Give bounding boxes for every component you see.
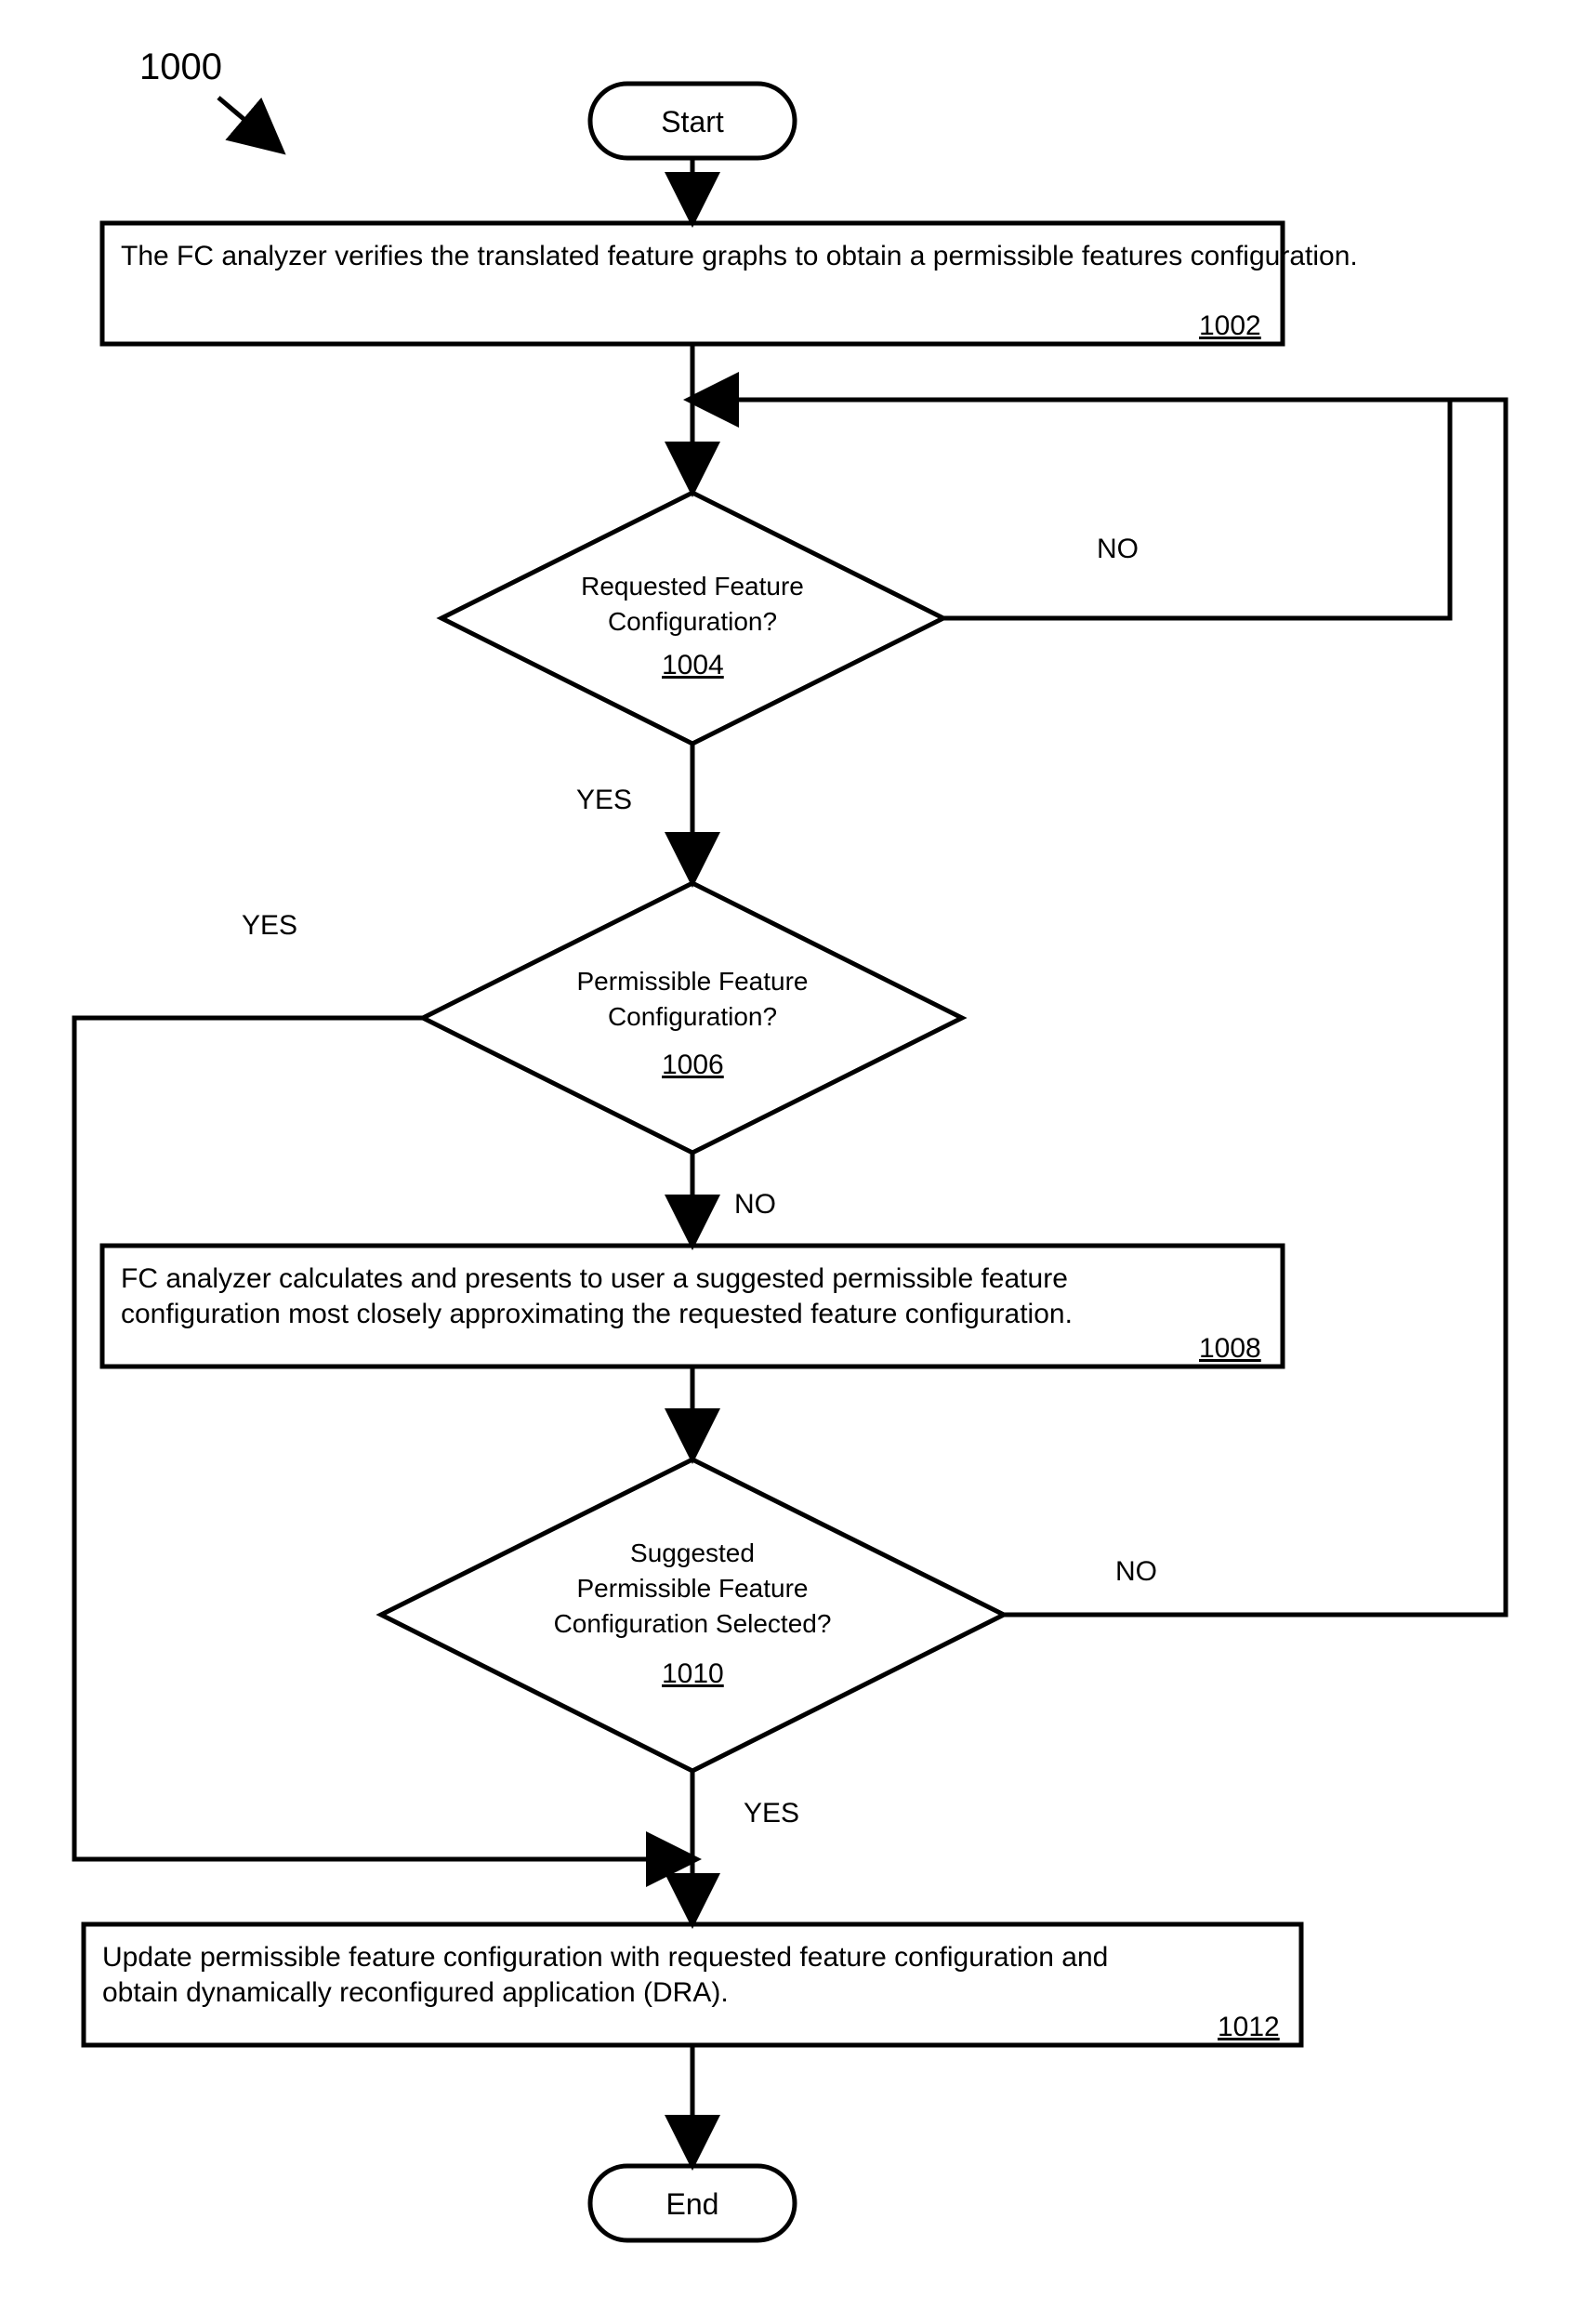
path-1010-no: NO: [692, 400, 1506, 1615]
process-box-1008: FC analyzer calculates and presents to u…: [102, 1246, 1283, 1367]
svg-text:1002: 1002: [1199, 310, 1261, 341]
svg-text:1010: 1010: [662, 1658, 724, 1689]
label-1004-yes: YES: [576, 785, 632, 815]
svg-text:Suggested: Suggested: [630, 1538, 755, 1567]
svg-text:Configuration?: Configuration?: [608, 1002, 777, 1031]
svg-text:The FC analyzer verifies the t: The FC analyzer verifies the translated …: [121, 241, 1358, 271]
path-1006-yes: YES: [74, 910, 692, 1859]
end-terminator: End: [590, 2166, 795, 2240]
svg-text:Configuration Selected?: Configuration Selected?: [554, 1609, 832, 1638]
path-1004-no: NO: [692, 400, 1450, 618]
svg-text:End: End: [666, 2187, 719, 2221]
svg-text:Update permissible feature con: Update permissible feature configuration…: [102, 1942, 1116, 2008]
svg-text:Start: Start: [661, 105, 724, 139]
svg-text:Permissible Feature: Permissible Feature: [577, 967, 809, 996]
svg-text:NO: NO: [1115, 1556, 1157, 1587]
decision-1006: Permissible Feature Configuration? 1006: [423, 883, 962, 1153]
svg-text:1008: 1008: [1199, 1333, 1261, 1364]
decision-1010: Suggested Permissible Feature Configurat…: [381, 1459, 1004, 1771]
process-box-1012: Update permissible feature configuration…: [84, 1924, 1301, 2045]
svg-text:1012: 1012: [1218, 2012, 1280, 2042]
svg-text:NO: NO: [1097, 534, 1139, 564]
figure-number: 1000: [139, 46, 222, 87]
figure-pointer: [218, 98, 279, 149]
svg-text:1006: 1006: [662, 1050, 724, 1080]
process-box-1002: The FC analyzer verifies the translated …: [102, 223, 1358, 344]
svg-text:Permissible Feature: Permissible Feature: [577, 1574, 809, 1603]
start-terminator: Start: [590, 84, 795, 158]
svg-text:FC analyzer calculates and pre: FC analyzer calculates and presents to u…: [121, 1263, 1075, 1329]
svg-text:1004: 1004: [662, 650, 724, 680]
decision-1004: Requested Feature Configuration? 1004: [441, 493, 943, 744]
label-1010-yes: YES: [744, 1798, 799, 1829]
label-1006-no: NO: [734, 1189, 776, 1220]
svg-text:Requested Feature: Requested Feature: [581, 572, 804, 601]
svg-text:YES: YES: [242, 910, 297, 941]
svg-text:Configuration?: Configuration?: [608, 607, 777, 636]
